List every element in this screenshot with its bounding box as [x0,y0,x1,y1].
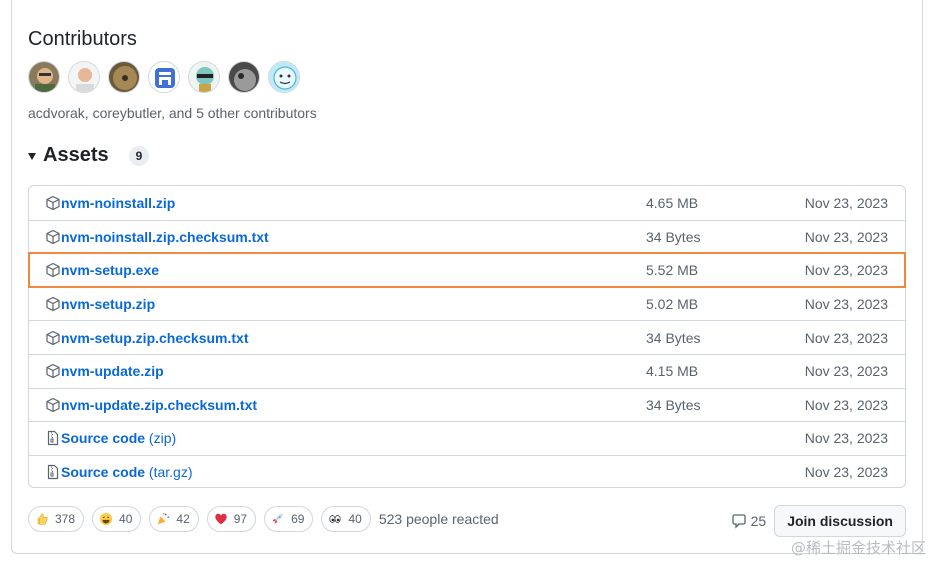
caret-down-icon [28,153,36,160]
contributors-summary: acdvorak, coreybutler, and 5 other contr… [28,105,317,121]
asset-name: nvm-setup.exe [61,262,160,279]
reaction-count: 42 [176,512,190,526]
asset-name: nvm-noinstall.zip.checksum.txt [61,228,269,245]
hooray-icon [156,512,170,526]
avatar-contributor-6[interactable] [228,61,260,93]
package-icon [45,363,61,379]
asset-download-link[interactable]: Source code (zip) [61,430,176,446]
contributors-heading: Contributors [28,28,137,50]
asset-row: nvm-setup.zip 5.02 MB Nov 23, 2023 [29,286,905,321]
discussion-area: 25 Join discussion [731,505,906,537]
package-icon [45,195,61,211]
asset-name: Source code [61,464,146,481]
asset-size: 34 Bytes [646,228,701,245]
avatar-contributor-7[interactable] [268,61,300,93]
asset-row: Source code (zip) Nov 23, 2023 [29,421,905,455]
avatar-contributor-4[interactable] [148,61,180,93]
package-icon [45,330,61,346]
package-icon [45,397,61,413]
asset-row: nvm-setup.exe 5.52 MB Nov 23, 2023 [28,252,906,288]
avatar-contributor-3[interactable] [108,61,140,93]
asset-size: 4.65 MB [646,194,699,211]
assets-heading: Assets [43,144,109,166]
asset-name: nvm-setup.zip [61,296,156,313]
asset-row: nvm-update.zip.checksum.txt 34 Bytes Nov 2… [29,387,905,422]
avatar-contributor-5[interactable] [188,61,220,93]
package-icon [45,296,61,312]
reaction-button[interactable]: 378 [28,506,85,532]
asset-date: Nov 23, 2023 [804,296,888,313]
reaction-count: 40 [348,512,362,526]
file-zip-icon [45,464,61,480]
comment-icon [731,514,746,529]
reaction-button[interactable]: 42 [149,506,199,532]
assets-count-badge: 9 [128,145,150,166]
reaction-button[interactable]: 69 [264,506,314,532]
asset-download-link[interactable]: nvm-setup.zip [61,296,155,312]
asset-date: Nov 23, 2023 [804,396,888,413]
asset-name: Source code [61,430,146,447]
asset-size: 34 Bytes [646,396,701,413]
asset-name: nvm-update.zip.checksum.txt [61,396,258,413]
watermark: @稀土掘金技术社区 [790,539,926,557]
asset-size: 4.15 MB [646,363,699,380]
thumbs-up-icon [35,512,49,526]
asset-download-link[interactable]: nvm-noinstall.zip.checksum.txt [61,229,269,245]
reaction-count: 97 [233,512,248,526]
asset-size: 34 Bytes [646,329,701,346]
asset-size: 5.52 MB [646,262,699,279]
asset-download-link[interactable]: nvm-noinstall.zip [61,195,175,211]
avatar-coreybutler[interactable] [68,61,100,93]
asset-download-link[interactable]: Source code (tar.gz) [61,464,193,480]
reactions-summary: 523 people reacted [378,511,499,527]
reaction-button[interactable]: 40 [321,506,371,532]
reaction-count: 69 [291,512,305,526]
package-icon [45,262,61,278]
contributors-avatars [28,61,300,93]
asset-size: 5.02 MB [646,296,699,313]
reactions-bar: 378 40 42 97 69 40 523 people reacted [28,506,499,532]
avatar-acdvorak[interactable] [28,61,60,93]
asset-name-suffix: (tar.gz) [145,464,193,481]
asset-name: nvm-setup.zip.checksum.txt [61,329,249,346]
asset-name: nvm-update.zip [61,363,164,380]
join-discussion-button[interactable]: Join discussion [774,505,906,537]
assets-list: nvm-noinstall.zip 4.65 MB Nov 23, 2023 nvm-… [28,185,906,488]
asset-download-link[interactable]: nvm-setup.exe [61,262,159,278]
asset-row: nvm-noinstall.zip 4.65 MB Nov 23, 2023 [29,186,905,220]
rocket-icon [271,512,285,526]
asset-name: nvm-noinstall.zip [61,194,176,211]
asset-download-link[interactable]: nvm-update.zip [61,363,164,379]
file-zip-icon [45,430,61,446]
asset-download-link[interactable]: nvm-update.zip.checksum.txt [61,397,257,413]
asset-date: Nov 23, 2023 [804,363,888,380]
asset-row: nvm-noinstall.zip.checksum.txt 34 Bytes No… [29,219,905,254]
asset-date: Nov 23, 2023 [804,430,888,447]
comment-count-value: 25 [750,513,767,529]
laugh-icon [99,512,113,526]
asset-date: Nov 23, 2023 [804,194,888,211]
heart-icon [214,512,228,526]
asset-row: nvm-setup.zip.checksum.txt 34 Bytes Nov 23… [29,320,905,354]
reaction-count: 40 [119,512,133,526]
assets-toggle[interactable]: Assets 9 [28,144,150,167]
reaction-count: 378 [55,512,76,526]
asset-row: Source code (tar.gz) Nov 23, 2023 [29,454,905,489]
asset-download-link[interactable]: nvm-setup.zip.checksum.txt [61,330,249,346]
package-icon [45,229,61,245]
reaction-button[interactable]: 40 [92,506,142,532]
eyes-icon [328,512,342,526]
asset-date: Nov 23, 2023 [804,228,888,245]
asset-date: Nov 23, 2023 [804,262,888,279]
asset-date: Nov 23, 2023 [804,329,888,346]
asset-name-suffix: (zip) [145,430,177,447]
comment-count[interactable]: 25 [731,513,767,529]
asset-row: nvm-update.zip 4.15 MB Nov 23, 2023 [29,353,905,388]
asset-date: Nov 23, 2023 [804,464,888,481]
reaction-button[interactable]: 97 [206,506,257,532]
